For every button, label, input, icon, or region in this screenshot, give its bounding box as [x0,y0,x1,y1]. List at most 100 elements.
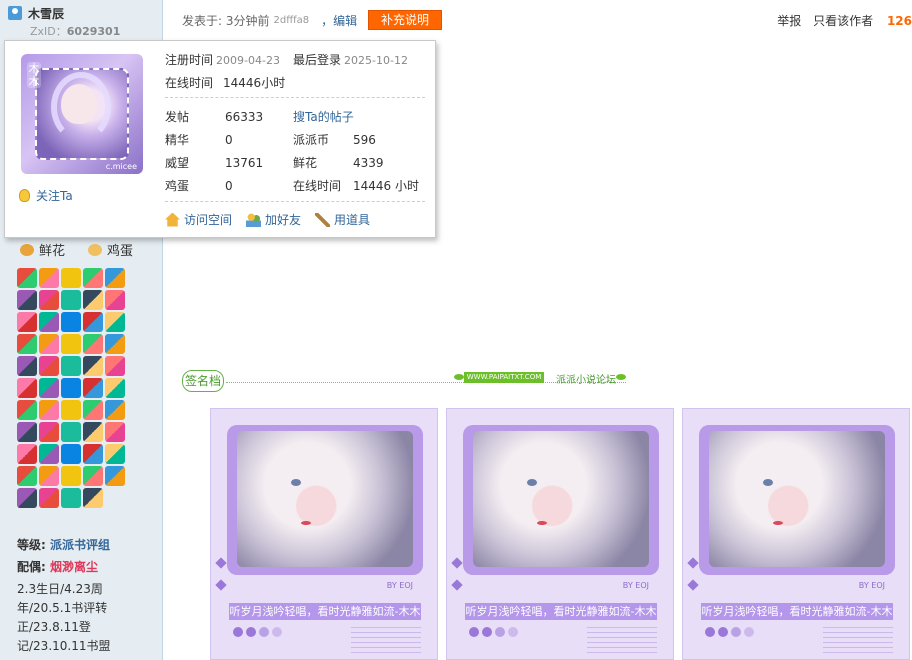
medal-icon[interactable] [39,422,59,442]
medal-icon[interactable] [39,290,59,310]
medal-icon[interactable] [83,466,103,486]
stat-value: 596 [353,133,376,147]
dot [508,627,518,637]
dot [233,627,243,637]
online-time: 在线时间 14446小时 [165,74,285,91]
medal-icon[interactable] [83,312,103,332]
dot [272,627,282,637]
medal-icon[interactable] [105,312,125,332]
medal-icon[interactable] [17,466,37,486]
medal-icon[interactable] [61,488,81,508]
report-link[interactable]: 举报 [777,14,801,28]
medal-icon[interactable] [39,400,59,420]
mate-value[interactable]: 烟渺离尘 [50,560,98,574]
visit-space-link[interactable]: 访问空间 [165,211,232,228]
divider [165,97,425,98]
medal-icon[interactable] [61,400,81,420]
search-posts-link[interactable]: 搜Ta的帖子 [293,108,354,125]
signature-by: BY EOJ [622,581,649,590]
stat-value: 14446 小时 [353,179,419,193]
medal-icon[interactable] [39,378,59,398]
medal-icon[interactable] [105,400,125,420]
portrait-lips [537,521,547,525]
username[interactable]: 木雪辰 [8,4,64,22]
medal-icon[interactable] [83,378,103,398]
medal-icon[interactable] [83,268,103,288]
medal-icon[interactable] [105,378,125,398]
follow-button[interactable]: 关注Ta [19,187,73,204]
heart-icon [215,579,227,591]
medal-icon[interactable] [61,268,81,288]
reg-date: 2009-04-23 [216,54,280,67]
medal-icon[interactable] [61,466,81,486]
medal-icon[interactable] [39,488,59,508]
medal-icon[interactable] [61,290,81,310]
zxid-value: 6029301 [66,25,121,38]
user-icon [8,6,22,20]
medal-icon[interactable] [105,290,125,310]
dot [705,627,715,637]
medal-icon[interactable] [61,312,81,332]
medal-icon[interactable] [83,444,103,464]
stat-label: 鲜花 [293,156,318,170]
only-author-link[interactable]: 只看该作者 [813,14,873,28]
medal-icon[interactable] [17,444,37,464]
medal-icon[interactable] [39,466,59,486]
medal-icon[interactable] [83,488,103,508]
medal-icon[interactable] [17,422,37,442]
dot [482,627,492,637]
medal-icon[interactable] [105,466,125,486]
add-friend-link[interactable]: 加好友 [246,211,301,228]
egg-label: 鸡蛋 [107,244,134,259]
heart-icon [451,579,463,591]
medal-icon[interactable] [61,422,81,442]
flower-link[interactable]: 鲜花 [20,240,65,259]
medal-icon[interactable] [105,334,125,354]
medal-icon[interactable] [39,334,59,354]
medal-icon[interactable] [17,312,37,332]
stat-value[interactable]: 66333 [225,110,263,124]
stat-value: 0 [225,133,233,147]
medal-icon[interactable] [17,378,37,398]
medal-icon[interactable] [61,444,81,464]
profile-popup: 木木 c.micee 关注Ta 注册时间 2009-04-23 最后登录 2025-… [4,40,436,238]
egg-icon [88,243,102,256]
medal-icon[interactable] [105,268,125,288]
username-text[interactable]: 木雪辰 [28,5,64,22]
stat-value: 0 [225,179,233,193]
medal-icon[interactable] [83,290,103,310]
medal-icon[interactable] [83,400,103,420]
medal-icon[interactable] [61,356,81,376]
egg-link[interactable]: 鸡蛋 [88,240,133,259]
medal-icon[interactable] [17,488,37,508]
online-value: 14446小时 [223,76,286,90]
medal-icon[interactable] [17,290,37,310]
medal-icon[interactable] [17,268,37,288]
dot [469,627,479,637]
medal-icon[interactable] [105,444,125,464]
use-tool-link[interactable]: 用道具 [315,211,370,228]
medal-icon[interactable] [39,312,59,332]
medal-icon[interactable] [61,378,81,398]
medal-icon[interactable] [61,334,81,354]
medal-icon[interactable] [83,422,103,442]
medal-icon[interactable] [83,356,103,376]
floor-number[interactable]: 126 [887,14,912,28]
medal-icon[interactable] [17,400,37,420]
avatar[interactable]: 木木 c.micee [21,54,143,174]
medal-icon[interactable] [39,356,59,376]
medal-icon[interactable] [17,334,37,354]
edit-link[interactable]: ，编辑 [321,12,357,29]
portrait [709,431,885,567]
medal-icon[interactable] [83,334,103,354]
medal-icon[interactable] [39,268,59,288]
medal-icon[interactable] [17,356,37,376]
level-value[interactable]: 派派书评组 [50,538,110,552]
forum-name: 派派小说论坛 [556,375,616,386]
supplement-button[interactable]: 补充说明 [368,10,442,30]
medal-icon[interactable] [105,422,125,442]
medal-icon[interactable] [105,356,125,376]
medal-icon[interactable] [39,444,59,464]
dot-row [469,627,518,637]
portrait-eye [291,479,301,486]
